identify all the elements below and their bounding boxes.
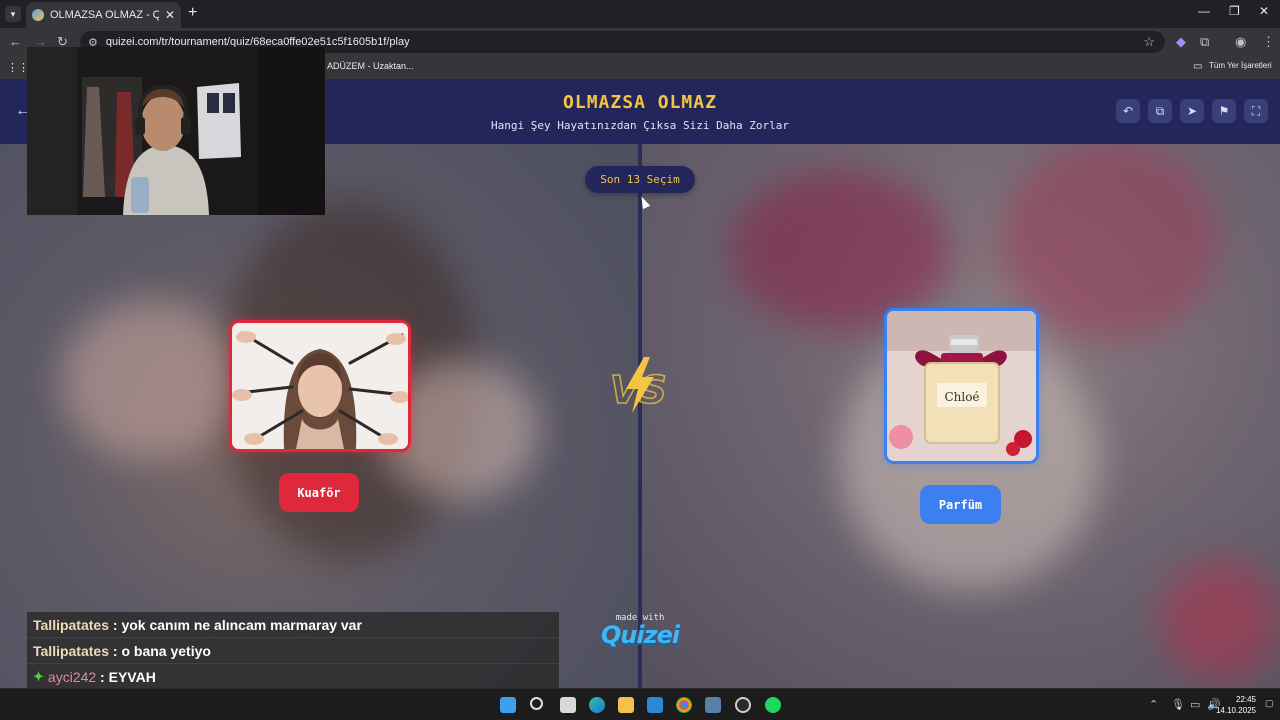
folder-icon: ▭ [1193,61,1203,72]
chat-text: o bana yetiyo [121,642,211,659]
hairdresser-illustration [232,323,408,449]
window-close-icon[interactable]: ✕ [1259,4,1269,18]
windows-start-icon[interactable] [500,697,516,713]
chat-text: EYVAH [108,668,156,685]
back-icon[interactable]: ← [9,34,22,49]
tab-close-icon[interactable]: ✕ [165,8,175,22]
webcam-overlay [27,47,325,215]
chrome-icon[interactable] [676,697,692,713]
bookmark-star-icon[interactable]: ☆ [1143,34,1155,50]
vs-icon: VS [609,357,668,413]
chat-message: ✦ ayci242 : EYVAH [27,664,559,690]
quizei-favicon-icon [32,9,44,21]
edge-icon[interactable] [589,697,605,713]
fullscreen-icon[interactable]: ⛶ [1244,99,1268,123]
option-left-button[interactable]: Kuaför [279,473,359,512]
chat-text: yok canım ne alıncam marmaray var [121,616,362,633]
chat-message: Tallipatates : o bana yetiyo [27,638,559,664]
extensions-puzzle-icon[interactable]: ⧉ [1200,34,1209,50]
chat-username: Tallipatates [33,642,109,659]
app-icon[interactable] [705,697,721,713]
task-view-icon[interactable] [560,697,576,713]
network-icon[interactable]: ▭ [1190,698,1200,711]
spotify-icon[interactable] [765,697,781,713]
profile-icon[interactable]: ◉ [1235,34,1246,50]
made-with-quizei[interactable]: made with Quizei [600,613,680,649]
tray-overflow-icon[interactable]: ⌃ [1149,698,1158,711]
browser-tabstrip: ▾ OLMAZSA OLMAZ - Quizei ✕ + — ❐ ✕ [0,0,1280,28]
option-left-image[interactable] [229,320,411,452]
all-bookmarks[interactable]: Tüm Yer İşaretleri [1209,61,1272,70]
obs-icon[interactable] [735,697,751,713]
apps-icon[interactable]: ⋮⋮ [7,61,29,74]
perfume-illustration: Chloé [887,311,1036,461]
file-explorer-icon[interactable] [618,697,634,713]
minimize-icon[interactable]: — [1198,4,1210,18]
chat-separator: : [109,642,122,659]
menu-icon[interactable]: ⋮ [1262,34,1275,50]
windows-taskbar: ⌃ 🎙 ▭ 🔊 22:45 14.10.2025 ▢ [0,688,1280,720]
browser-tab-active[interactable]: OLMAZSA OLMAZ - Quizei ✕ [26,2,181,28]
chat-message: Tallipatates : yok canım ne alıncam marm… [27,612,559,638]
quizei-logo: Quizei [600,621,680,649]
subscriber-badge-icon: ✦ [33,668,44,684]
share-icon[interactable]: ⧉ [1148,99,1172,123]
clock-time: 22:45 [1235,695,1256,704]
tab-search-icon[interactable]: ▾ [5,6,21,22]
chat-username: ayci242 [47,668,97,685]
stream-chat-overlay: Tallipatates : yok canım ne alıncam marm… [27,612,559,690]
new-tab-button[interactable]: + [188,4,197,22]
clock-date: 14.10.2025 [1215,706,1256,715]
undo-icon[interactable]: ↶ [1116,99,1140,123]
option-right-button[interactable]: Parfüm [920,485,1001,524]
send-icon[interactable]: ➤ [1180,99,1204,123]
search-icon[interactable] [530,697,543,710]
restore-icon[interactable]: ❐ [1229,4,1240,18]
center-divider [638,144,642,688]
chat-separator: : [109,616,122,633]
notification-icon[interactable]: ▢ [1265,698,1274,709]
option-right-image[interactable]: Chloé [884,308,1039,464]
microphone-icon[interactable]: 🎙 [1171,698,1185,711]
system-clock[interactable]: 22:45 14.10.2025 [1216,694,1256,716]
round-counter-badge: Son 13 Seçim [585,166,695,193]
flag-icon[interactable]: ⚑ [1212,99,1236,123]
extension-icon[interactable]: ◆ [1176,34,1186,50]
chat-username: Tallipatates [33,616,109,633]
perfume-brand-label: Chloé [944,390,979,404]
streamer-webcam-image [27,47,325,215]
tab-title: OLMAZSA OLMAZ - Quizei [50,9,159,21]
photos-icon[interactable] [647,697,663,713]
bookmark-item[interactable]: ADÜZEM - Uzaktan... [327,61,414,71]
chat-separator: : [96,668,109,685]
